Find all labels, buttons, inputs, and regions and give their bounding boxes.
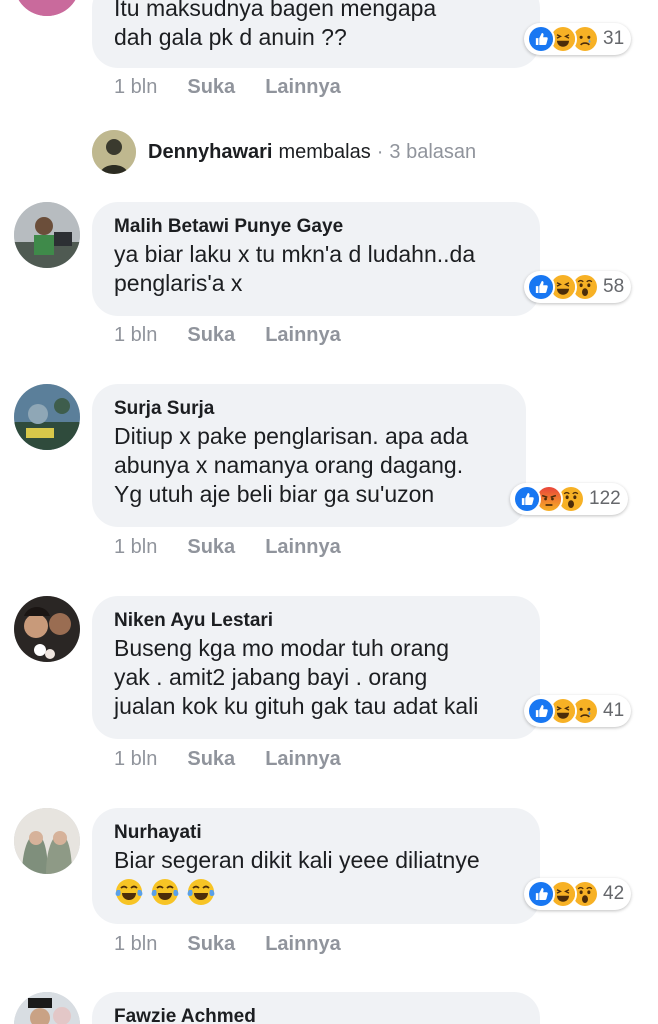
more-button[interactable]: Lainnya bbox=[265, 536, 341, 559]
comment-bubble: Itu maksudnya bagen mengapa dah gala pk … bbox=[92, 0, 540, 68]
reaction-count: 42 bbox=[603, 883, 625, 904]
like-icon bbox=[513, 485, 541, 513]
reaction-summary[interactable]: 58 bbox=[524, 271, 632, 303]
reaction-count: 58 bbox=[603, 276, 625, 297]
emoji-line bbox=[114, 877, 518, 907]
reply-verb: membalas bbox=[278, 140, 371, 163]
avatar[interactable] bbox=[14, 384, 80, 450]
comment-actions: 1 bln Suka Lainnya bbox=[114, 76, 371, 99]
reaction-count: 31 bbox=[603, 28, 625, 49]
comment-author[interactable]: Niken Ayu Lestari bbox=[114, 608, 518, 634]
reaction-summary[interactable]: 41 bbox=[524, 695, 632, 727]
like-button[interactable]: Suka bbox=[187, 324, 235, 347]
reply-separator: · bbox=[376, 140, 384, 163]
comment-bubble: Nurhayati Biar segeran dikit kali yeee d… bbox=[92, 808, 540, 924]
reaction-summary[interactable]: 122 bbox=[510, 483, 628, 515]
replies-link[interactable]: Dennyhawari membalas · 3 balasan bbox=[92, 130, 476, 174]
avatar[interactable] bbox=[14, 202, 80, 268]
tears-of-joy-icon bbox=[150, 877, 180, 907]
like-button[interactable]: Suka bbox=[187, 76, 235, 99]
avatar[interactable] bbox=[14, 808, 80, 874]
comment-text: ya biar laku x tu mkn'a d ludahn..da pen… bbox=[114, 241, 476, 296]
comment-bubble: Surja Surja Ditiup x pake penglarisan. a… bbox=[92, 384, 526, 527]
reaction-count: 41 bbox=[603, 700, 625, 721]
comment-author[interactable]: Fawzie Achmed bbox=[114, 1004, 518, 1024]
comment-actions: 1 bln Suka Lainnya bbox=[114, 324, 371, 347]
tears-of-joy-icon bbox=[114, 877, 144, 907]
reply-author[interactable]: Dennyhawari bbox=[148, 141, 272, 164]
more-button[interactable]: Lainnya bbox=[265, 324, 341, 347]
comment-time[interactable]: 1 bln bbox=[114, 324, 157, 347]
like-icon bbox=[527, 697, 555, 725]
comment-actions: 1 bln Suka Lainnya bbox=[114, 536, 371, 559]
comment-actions: 1 bln Suka Lainnya bbox=[114, 748, 371, 771]
reply-count[interactable]: 3 balasan bbox=[389, 141, 476, 164]
comment-bubble: Fawzie Achmed bbox=[92, 992, 540, 1024]
comment-time[interactable]: 1 bln bbox=[114, 748, 157, 771]
comment-author[interactable]: Surja Surja bbox=[114, 396, 504, 422]
comment-text: Biar segeran dikit kali yeee diliatnye bbox=[114, 847, 480, 873]
reaction-summary[interactable]: 42 bbox=[524, 878, 632, 910]
comment-author[interactable]: Malih Betawi Punye Gaye bbox=[114, 214, 518, 240]
comment-text: Buseng kga mo modar tuh orang yak . amit… bbox=[114, 635, 479, 719]
comment-text: Ditiup x pake penglarisan. apa ada abuny… bbox=[114, 423, 469, 507]
comment-time[interactable]: 1 bln bbox=[114, 536, 157, 559]
avatar[interactable] bbox=[14, 0, 80, 16]
comment-bubble: Niken Ayu Lestari Buseng kga mo modar tu… bbox=[92, 596, 540, 739]
comment-bubble: Malih Betawi Punye Gaye ya biar laku x t… bbox=[92, 202, 540, 316]
more-button[interactable]: Lainnya bbox=[265, 933, 341, 956]
comment-text: Itu maksudnya bagen mengapa dah gala pk … bbox=[114, 0, 437, 50]
like-icon bbox=[527, 880, 555, 908]
tears-of-joy-icon bbox=[186, 877, 216, 907]
avatar[interactable] bbox=[14, 596, 80, 662]
like-icon bbox=[527, 25, 555, 53]
avatar[interactable] bbox=[14, 992, 80, 1024]
reaction-count: 122 bbox=[589, 488, 621, 509]
like-icon bbox=[527, 273, 555, 301]
reply-avatar bbox=[92, 130, 136, 174]
more-button[interactable]: Lainnya bbox=[265, 76, 341, 99]
reaction-summary[interactable]: 31 bbox=[524, 23, 632, 55]
comment-time[interactable]: 1 bln bbox=[114, 933, 157, 956]
more-button[interactable]: Lainnya bbox=[265, 748, 341, 771]
like-button[interactable]: Suka bbox=[187, 933, 235, 956]
like-button[interactable]: Suka bbox=[187, 536, 235, 559]
like-button[interactable]: Suka bbox=[187, 748, 235, 771]
comment-actions: 1 bln Suka Lainnya bbox=[114, 933, 371, 956]
comment-author[interactable]: Nurhayati bbox=[114, 820, 518, 846]
comment-time[interactable]: 1 bln bbox=[114, 76, 157, 99]
